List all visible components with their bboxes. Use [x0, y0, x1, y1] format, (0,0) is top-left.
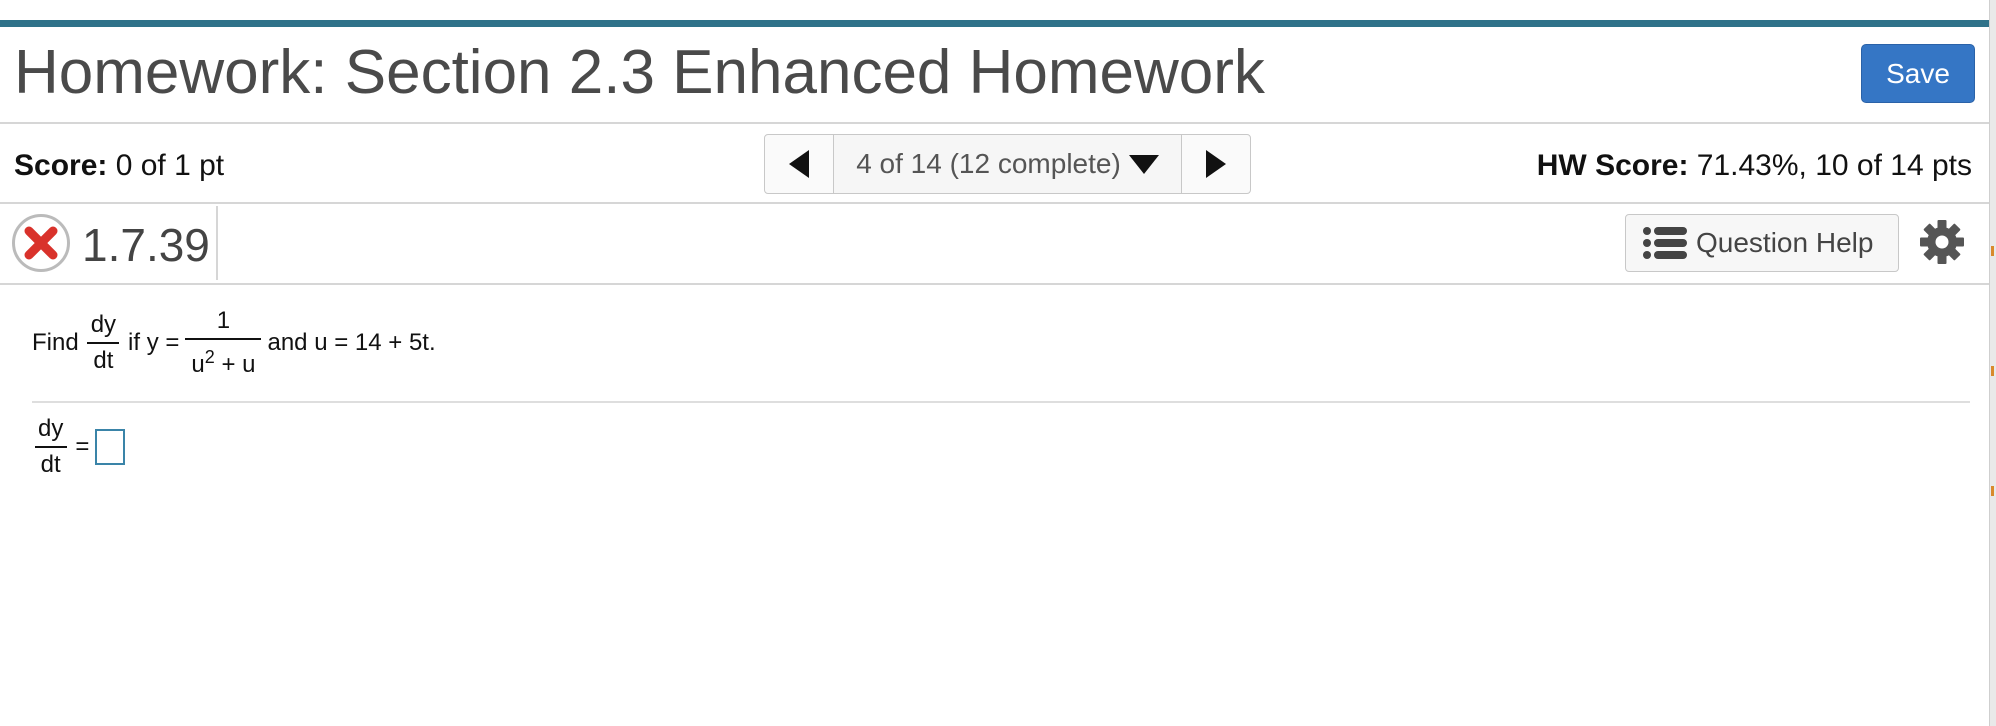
prompt-if-y: if y =: [128, 329, 180, 356]
function-numerator: 1: [216, 307, 231, 334]
score-display: Score: 0 of 1 pt: [14, 146, 224, 186]
derivative-fraction: dy dt: [85, 312, 122, 374]
hw-score-value: 71.43%, 10 of 14 pts: [1696, 149, 1972, 182]
answer-input[interactable]: [95, 429, 126, 465]
question-number: 1.7.39: [82, 219, 210, 271]
edge-marker: [1991, 486, 1994, 496]
previous-question-button[interactable]: [765, 135, 834, 193]
prompt-and-u: and u = 14 + 5t.: [267, 329, 436, 356]
pager-label: 4 of 14 (12 complete): [856, 148, 1121, 179]
triangle-left-icon: [789, 150, 809, 178]
page-title: Homework: Section 2.3 Enhanced Homework: [14, 38, 1265, 107]
answer-equals: =: [75, 433, 90, 460]
prompt-find: Find: [32, 329, 79, 356]
hw-score-label: HW Score:: [1536, 149, 1689, 182]
question-answer-divider: [32, 401, 1970, 403]
answer-derivative-fraction: dy dt: [32, 416, 69, 478]
incorrect-x-icon: [12, 214, 70, 272]
question-prompt: Find dy dt if y = 1 u2 + u and u = 14 + …: [32, 308, 436, 378]
save-button[interactable]: Save: [1861, 44, 1975, 103]
question-help-button[interactable]: Question Help: [1625, 214, 1899, 272]
answer-denominator: dt: [34, 446, 67, 478]
caret-down-icon: [1128, 154, 1159, 174]
denominator-base: u: [191, 351, 205, 378]
question-help-label: Question Help: [1696, 227, 1874, 258]
derivative-numerator: dy: [90, 311, 117, 338]
score-label: Score:: [14, 149, 108, 182]
question-pager: 4 of 14 (12 complete): [764, 134, 1251, 194]
window-edge: [1989, 0, 1996, 726]
denominator-exponent: 2: [204, 347, 215, 367]
divider: [0, 122, 1989, 124]
next-question-button[interactable]: [1181, 135, 1250, 193]
answer-numerator: dy: [38, 415, 64, 442]
edge-marker: [1991, 246, 1994, 256]
score-value: 0 of 1 pt: [115, 149, 225, 182]
triangle-right-icon: [1206, 150, 1226, 178]
gear-icon[interactable]: [1919, 219, 1965, 265]
function-denominator: u2 + u: [185, 338, 262, 378]
divider: [216, 206, 218, 280]
answer-row: dy dt =: [32, 416, 126, 478]
hw-score-display: HW Score: 71.43%, 10 of 14 pts: [1502, 146, 1972, 186]
top-accent-bar: [0, 20, 1996, 27]
denominator-rest: + u: [221, 351, 256, 378]
list-icon: [1643, 227, 1687, 259]
function-fraction: 1 u2 + u: [185, 307, 262, 378]
divider: [0, 202, 1989, 204]
divider: [0, 283, 1989, 285]
derivative-denominator: dt: [87, 342, 120, 374]
question-selector[interactable]: 4 of 14 (12 complete): [834, 135, 1181, 193]
edge-marker: [1991, 366, 1994, 376]
